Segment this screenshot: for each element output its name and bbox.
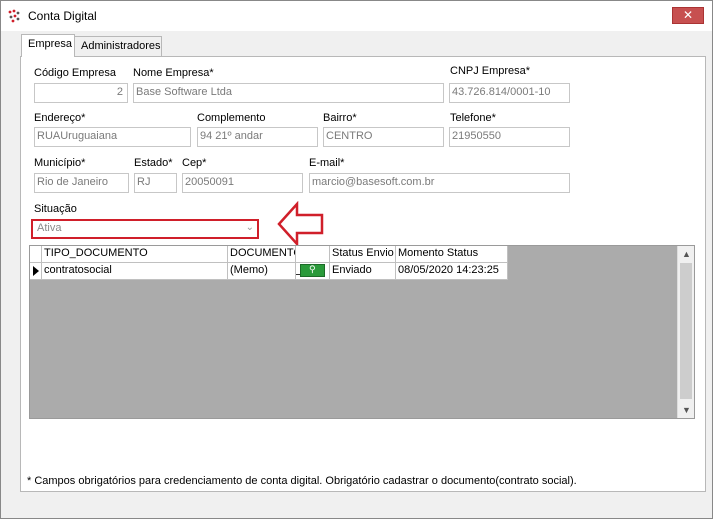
complemento-field[interactable]: 94 21º andar <box>197 127 318 147</box>
cnpj-field[interactable]: 43.726.814/0001-10 <box>449 83 570 103</box>
telefone-field[interactable]: 21950550 <box>449 127 570 147</box>
cnpj-label: CNPJ Empresa* <box>450 65 531 77</box>
cep-field[interactable]: 20050091 <box>182 173 303 193</box>
cell-tipo-documento[interactable]: contratosocial <box>42 263 228 280</box>
tab-empresa-label: Empresa <box>28 38 73 50</box>
codigo-empresa-label: Código Empresa <box>34 67 116 79</box>
column-header-action[interactable] <box>296 246 330 263</box>
cep-label: Cep* <box>182 157 207 169</box>
current-row-indicator-icon <box>33 266 39 276</box>
documents-grid: TIPO_DOCUMENTO DOCUMENTO Status Envio Mo… <box>29 245 695 419</box>
cell-momento-status[interactable]: 08/05/2020 14:23:25 <box>396 263 508 280</box>
grid-corner <box>30 246 42 263</box>
situacao-select[interactable]: Ativa ⌄ <box>31 219 259 239</box>
telefone-label: Telefone* <box>450 112 496 124</box>
cell-documento[interactable]: (Memo) <box>228 263 296 280</box>
app-icon <box>8 9 20 23</box>
bairro-label: Bairro* <box>323 112 357 124</box>
bairro-field[interactable]: CENTRO <box>323 127 444 147</box>
title-bar: Conta Digital ✕ <box>1 1 712 31</box>
column-header-documento[interactable]: DOCUMENTO <box>228 246 296 263</box>
municipio-label: Município* <box>34 157 86 169</box>
close-button[interactable]: ✕ <box>672 7 704 24</box>
tab-administradores[interactable]: Administradores <box>74 36 162 57</box>
column-header-tipo-documento[interactable]: TIPO_DOCUMENTO <box>42 246 228 263</box>
footnote: * Campos obrigatórios para credenciament… <box>27 475 577 487</box>
endereco-label: Endereço* <box>34 112 86 124</box>
cell-action: ⚲ <box>296 263 330 280</box>
email-label: E-mail* <box>309 157 345 169</box>
left-arrow-annotation <box>277 201 324 247</box>
municipio-field[interactable]: Rio de Janeiro <box>34 173 129 193</box>
endereco-field[interactable]: RUAUruguaiana <box>34 127 191 147</box>
conta-digital-window: Conta Digital ✕ Empresa Administradores … <box>0 0 713 519</box>
search-icon: ⚲ <box>309 264 316 274</box>
view-document-button[interactable]: ⚲ <box>300 264 325 277</box>
situacao-value: Ativa <box>37 222 62 234</box>
window-title: Conta Digital <box>28 9 97 23</box>
situacao-label: Situação <box>34 203 77 215</box>
chevron-down-icon: ⌄ <box>245 222 254 233</box>
column-header-status-envio[interactable]: Status Envio <box>330 246 396 263</box>
tab-empresa[interactable]: Empresa <box>21 34 75 57</box>
grid-vertical-scrollbar[interactable]: ▲ ▼ <box>677 246 694 418</box>
close-icon: ✕ <box>682 8 694 22</box>
scroll-up-icon[interactable]: ▲ <box>682 249 691 259</box>
estado-label: Estado* <box>134 157 173 169</box>
nome-empresa-label: Nome Empresa* <box>133 67 214 79</box>
estado-field[interactable]: RJ <box>134 173 177 193</box>
nome-empresa-field[interactable]: Base Software Ltda <box>133 83 444 103</box>
cell-status-envio[interactable]: Enviado <box>330 263 396 280</box>
email-field[interactable]: marcio@basesoft.com.br <box>309 173 570 193</box>
tab-administradores-label: Administradores <box>81 40 161 52</box>
scroll-down-icon[interactable]: ▼ <box>682 405 691 415</box>
column-header-momento-status[interactable]: Momento Status <box>396 246 508 263</box>
scroll-thumb[interactable] <box>680 263 692 399</box>
complemento-label: Complemento <box>197 112 266 124</box>
codigo-empresa-field[interactable]: 2 <box>34 83 128 103</box>
